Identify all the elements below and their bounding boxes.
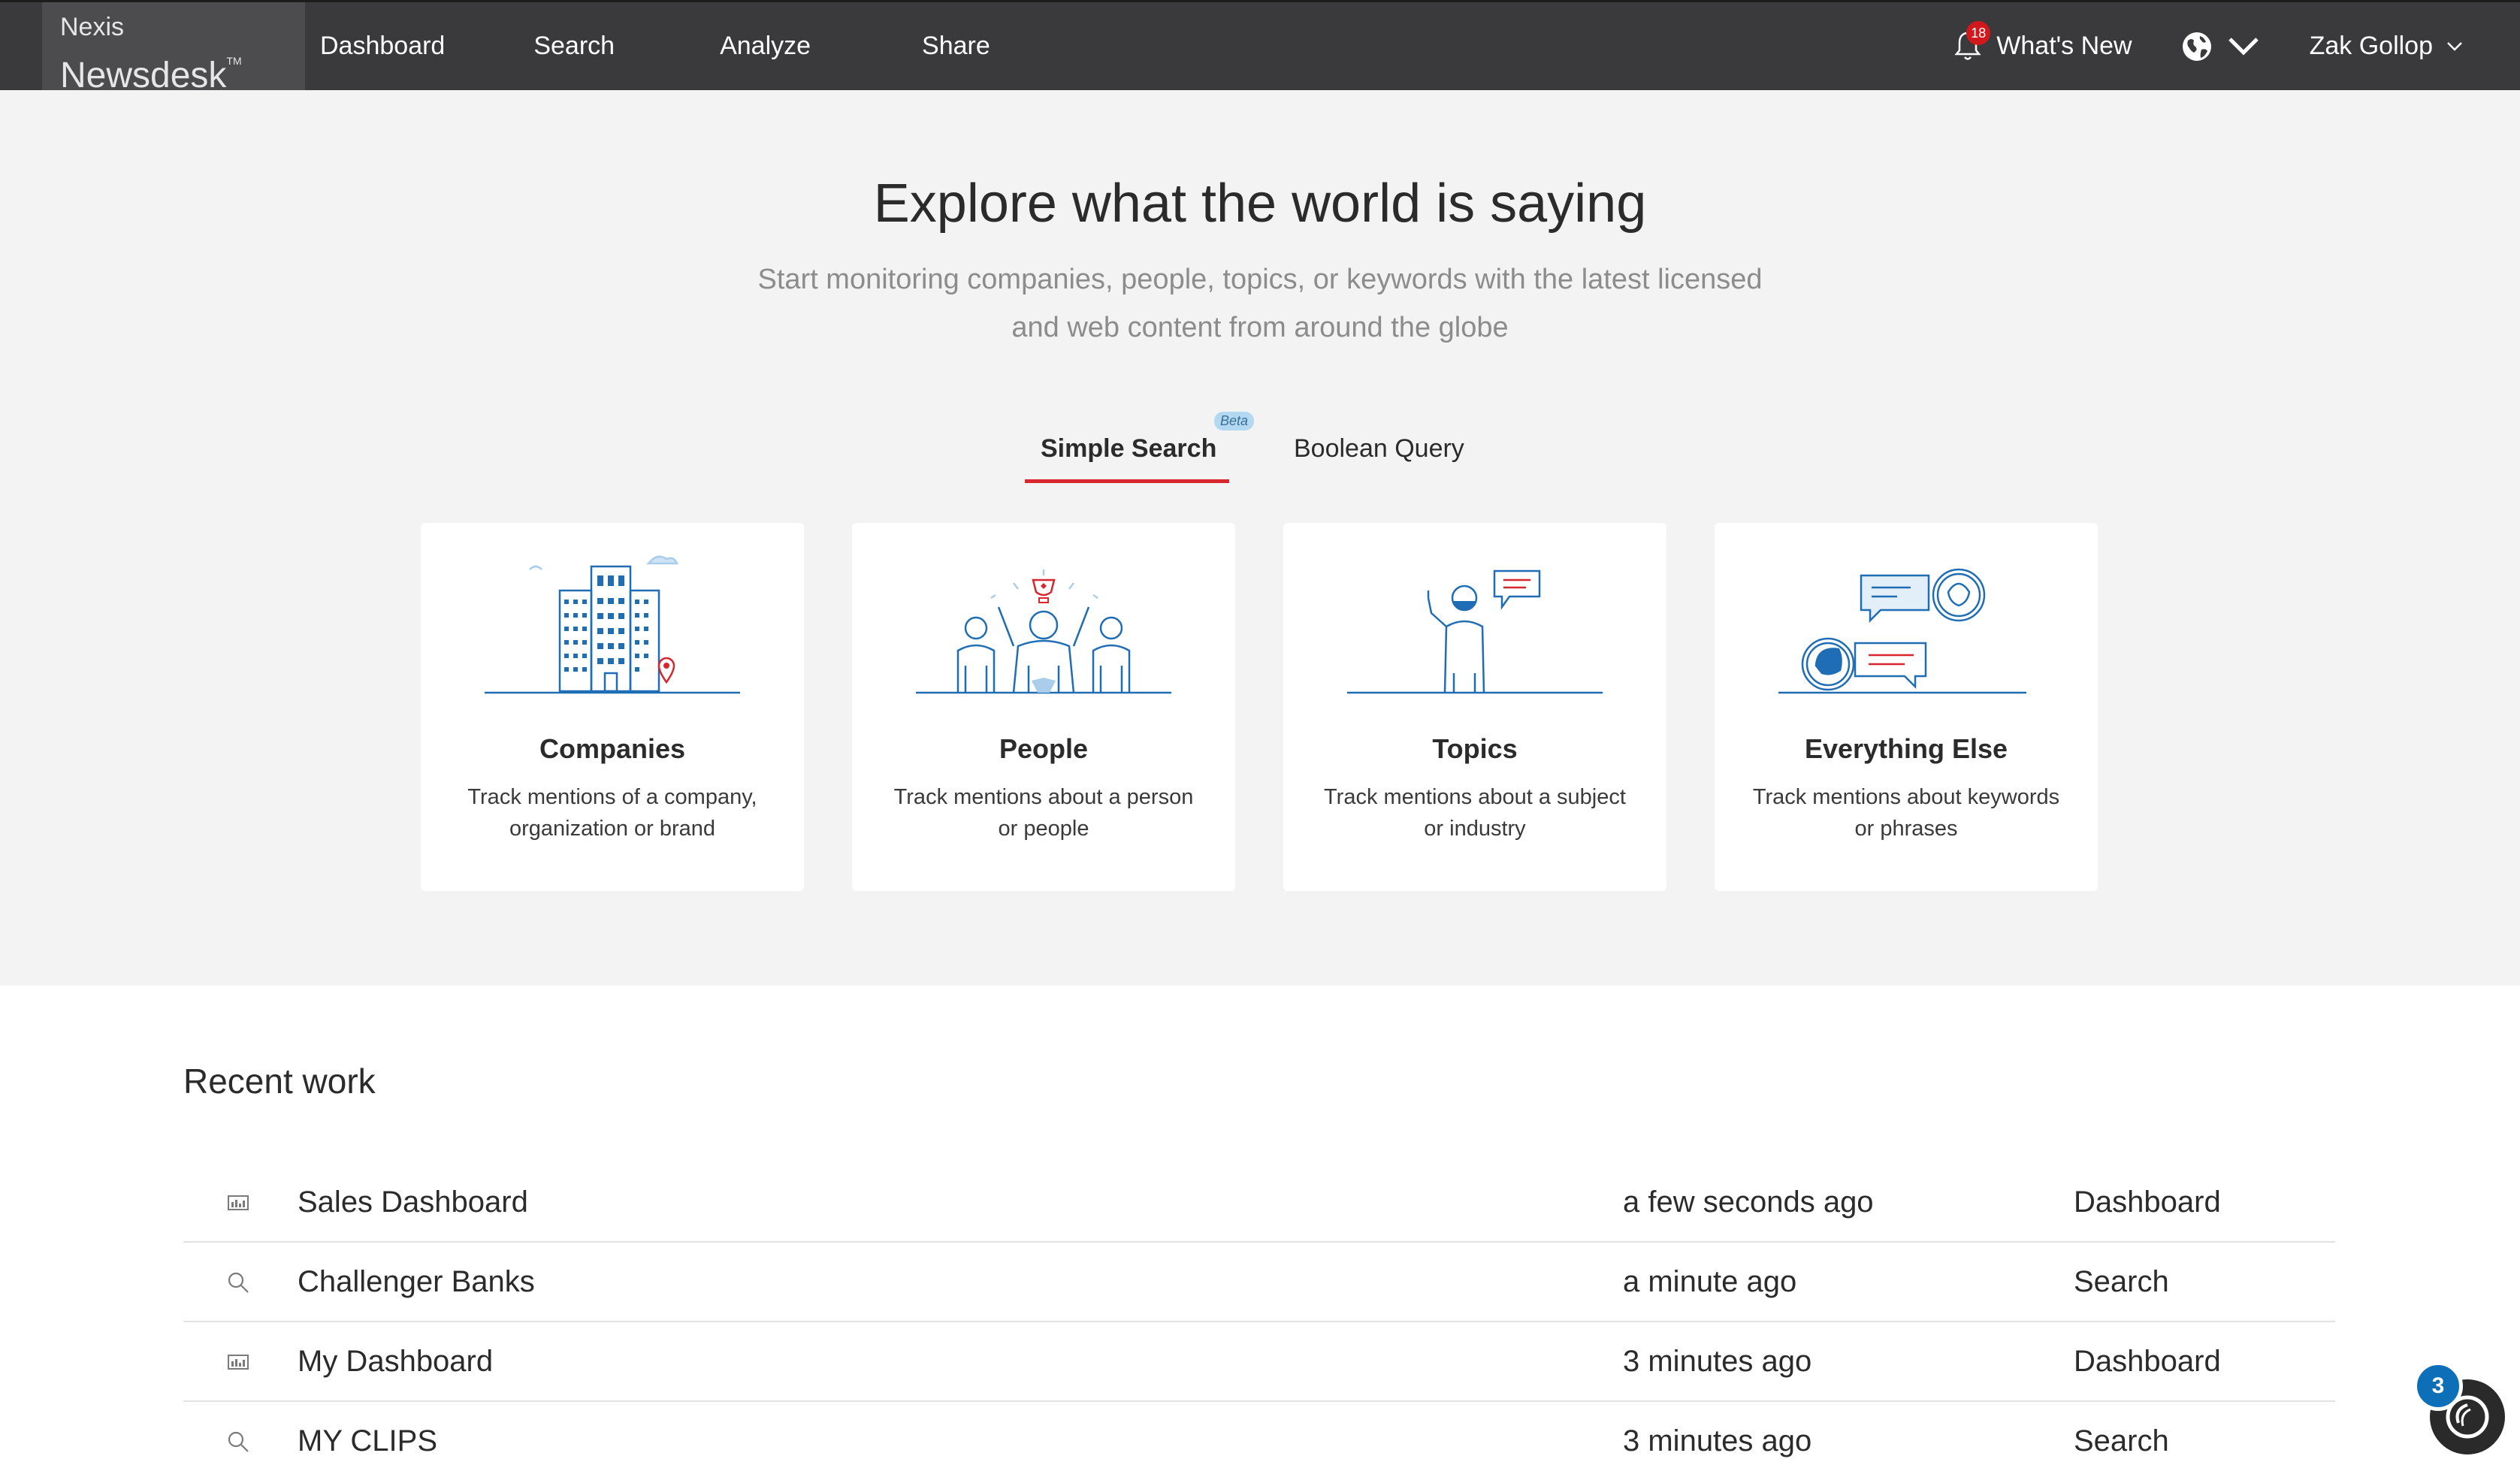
logo-trademark: TM bbox=[226, 55, 242, 67]
recent-item-type: Dashboard bbox=[2074, 1345, 2221, 1378]
recent-work-row[interactable]: Sales Dashboard a few seconds ago Dashbo… bbox=[183, 1163, 2335, 1243]
recent-work-row[interactable]: My Dashboard 3 minutes ago Dashboard bbox=[183, 1322, 2335, 1402]
people-celebrating-illustration bbox=[916, 569, 1171, 694]
explore-hero-section: Explore what the world is saying Start m… bbox=[0, 90, 2520, 986]
chevron-down-icon bbox=[2228, 37, 2259, 56]
beta-badge: Beta bbox=[1214, 412, 1255, 430]
card-topics[interactable]: Topics Track mentions about a subject or… bbox=[1283, 523, 1666, 891]
card-description: Track mentions about a person or people bbox=[893, 785, 1194, 841]
recent-work-row[interactable]: Challenger Banks a minute ago Search bbox=[183, 1243, 2335, 1322]
recent-work-heading: Recent work bbox=[183, 1062, 376, 1101]
hero-subtitle: Start monitoring companies, people, topi… bbox=[757, 264, 1763, 343]
chevron-down-icon bbox=[2447, 41, 2462, 51]
building-illustration bbox=[485, 555, 740, 694]
nav-link-analyze[interactable]: Analyze bbox=[720, 32, 811, 61]
recent-item-time: a minute ago bbox=[1623, 1265, 1797, 1298]
main-nav-links: Dashboard Search Analyze Share bbox=[320, 32, 990, 61]
recent-item-time: 3 minutes ago bbox=[1623, 1345, 1812, 1378]
nexis-newsdesk-logo[interactable]: Nexis NewsdeskTM bbox=[42, 2, 305, 95]
recent-item-type: Search bbox=[2074, 1424, 2169, 1457]
logo-line-newsdesk: NewsdeskTM bbox=[60, 41, 305, 95]
dashboard-icon bbox=[228, 1355, 249, 1370]
card-description: Track mentions of a company, organizatio… bbox=[467, 785, 757, 841]
card-title: Everything Else bbox=[1804, 733, 2008, 764]
language-region-dropdown[interactable] bbox=[2180, 30, 2260, 63]
tab-boolean-query[interactable]: Boolean Query bbox=[1294, 434, 1464, 464]
card-people[interactable]: People Track mentions about a person or … bbox=[852, 523, 1235, 891]
notification-bell-button[interactable]: 18 bbox=[1953, 20, 1991, 63]
recent-work-list: Sales Dashboard a few seconds ago Dashbo… bbox=[183, 1163, 2335, 1465]
logo-line-nexis: Nexis bbox=[60, 13, 125, 41]
search-icon bbox=[228, 1431, 249, 1452]
active-tab-underline bbox=[1025, 479, 1229, 483]
card-everything-else[interactable]: Everything Else Track mentions about key… bbox=[1715, 523, 2098, 891]
monitoring-type-cards: Companies Track mentions of a company, o… bbox=[0, 523, 2520, 891]
recent-item-name: My Dashboard bbox=[298, 1345, 494, 1378]
person-speech-bubble-illustration bbox=[1347, 569, 1603, 694]
card-description: Track mentions about a subject or indust… bbox=[1324, 785, 1626, 841]
recent-item-type: Search bbox=[2074, 1265, 2169, 1298]
notification-count-badge: 18 bbox=[1966, 20, 1991, 45]
top-navigation-bar: Nexis NewsdeskTM Dashboard Search Analyz… bbox=[0, 0, 2520, 95]
recent-item-time: 3 minutes ago bbox=[1623, 1424, 1812, 1457]
search-mode-tabs: Simple Search Beta Boolean Query bbox=[0, 412, 2520, 483]
nav-link-dashboard[interactable]: Dashboard bbox=[320, 32, 445, 61]
conversation-illustration bbox=[1778, 568, 2026, 694]
tab-simple-search[interactable]: Simple Search bbox=[1041, 434, 1216, 464]
recent-item-time: a few seconds ago bbox=[1623, 1186, 1874, 1219]
recent-item-name: Sales Dashboard bbox=[298, 1186, 528, 1219]
recent-item-name: Challenger Banks bbox=[298, 1265, 535, 1298]
dashboard-icon bbox=[228, 1195, 249, 1210]
hero-title: Explore what the world is saying bbox=[873, 174, 1647, 234]
recent-work-row[interactable]: MY CLIPS 3 minutes ago Search bbox=[183, 1402, 2335, 1465]
user-menu-dropdown[interactable]: Zak Gollop bbox=[2310, 32, 2463, 61]
recent-item-name: MY CLIPS bbox=[298, 1424, 437, 1457]
nav-link-share[interactable]: Share bbox=[922, 32, 990, 61]
card-title: Topics bbox=[1432, 733, 1518, 764]
nav-right-controls: 18 What's New Zak Gollop bbox=[1953, 2, 2520, 90]
card-companies[interactable]: Companies Track mentions of a company, o… bbox=[421, 523, 804, 891]
user-name: Zak Gollop bbox=[2309, 32, 2433, 60]
card-description: Track mentions about keywords or phrases bbox=[1752, 785, 2060, 841]
card-title: Companies bbox=[539, 733, 686, 764]
search-icon bbox=[228, 1272, 249, 1293]
nav-link-search[interactable]: Search bbox=[533, 32, 615, 61]
recent-item-type: Dashboard bbox=[2074, 1186, 2221, 1219]
card-title: People bbox=[999, 733, 1089, 764]
whats-new-link[interactable]: What's New bbox=[1996, 32, 2132, 61]
help-notification-badge: 3 bbox=[2413, 1361, 2463, 1411]
globe-icon bbox=[2182, 32, 2211, 61]
